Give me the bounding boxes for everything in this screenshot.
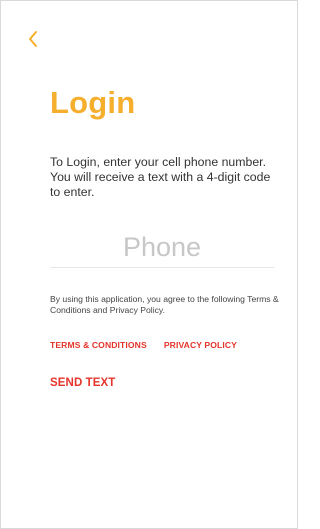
- terms-link[interactable]: TERMS & CONDITIONS: [50, 340, 147, 350]
- back-button[interactable]: [27, 29, 47, 53]
- page-title: Login: [50, 85, 136, 120]
- chevron-left-icon: [29, 31, 37, 47]
- privacy-policy-link[interactable]: PRIVACY POLICY: [164, 340, 237, 350]
- phone-input[interactable]: [50, 227, 274, 268]
- send-text-button[interactable]: SEND TEXT: [50, 377, 115, 389]
- instructions-text: To Login, enter your cell phone number. …: [50, 155, 271, 199]
- agreement-text: By using this application, you agree to …: [50, 294, 279, 315]
- login-screen: Login To Login, enter your cell phone nu…: [0, 0, 298, 529]
- policy-links: TERMS & CONDITIONS PRIVACY POLICY: [50, 340, 237, 350]
